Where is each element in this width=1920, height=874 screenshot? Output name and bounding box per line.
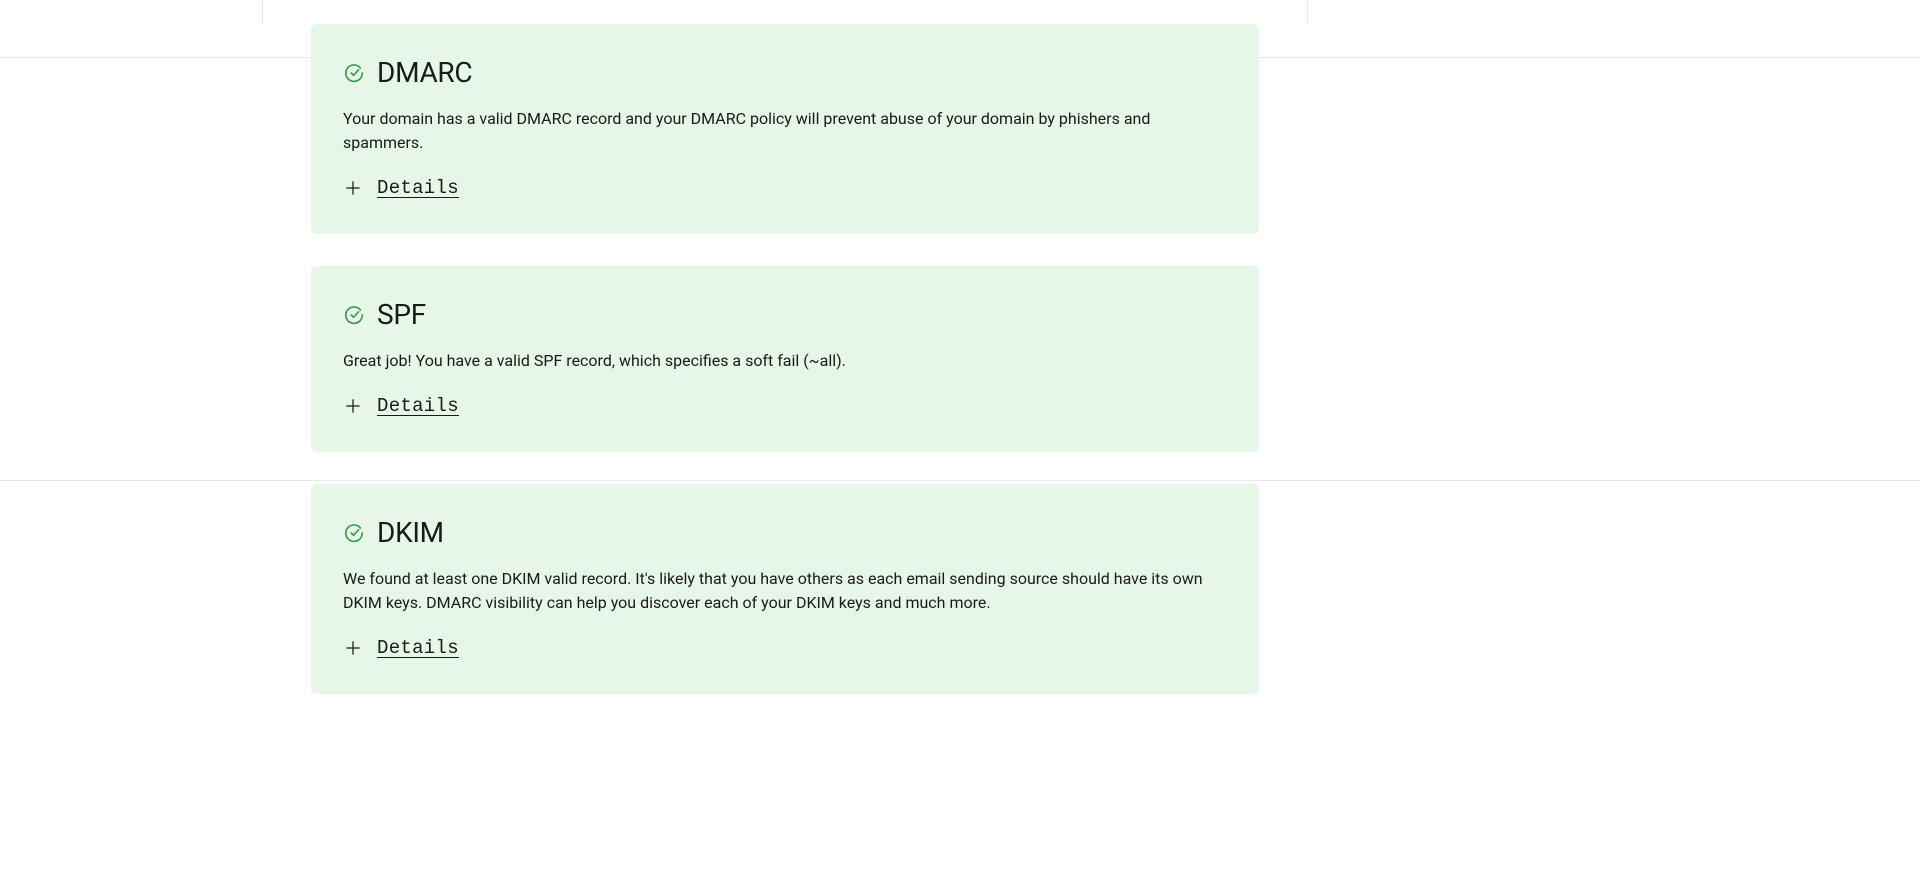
horizontal-divider xyxy=(0,480,1920,481)
card-title: DMARC xyxy=(377,56,472,89)
details-label: Details xyxy=(377,637,459,659)
check-circle-icon xyxy=(343,522,365,544)
plus-icon xyxy=(343,396,363,416)
plus-icon xyxy=(343,178,363,198)
details-label: Details xyxy=(377,177,459,199)
content-container: DMARC Your domain has a valid DMARC reco… xyxy=(262,0,1308,24)
card-dmarc: DMARC Your domain has a valid DMARC reco… xyxy=(311,24,1259,234)
details-label: Details xyxy=(377,395,459,417)
plus-icon xyxy=(343,638,363,658)
card-title: SPF xyxy=(377,298,426,331)
card-header: DMARC xyxy=(343,56,1227,89)
card-header: SPF xyxy=(343,298,1227,331)
card-description: Your domain has a valid DMARC record and… xyxy=(343,107,1227,155)
check-circle-icon xyxy=(343,62,365,84)
card-header: DKIM xyxy=(343,516,1227,549)
card-description: Great job! You have a valid SPF record, … xyxy=(343,349,1227,373)
details-toggle-button[interactable]: Details xyxy=(343,637,459,659)
details-toggle-button[interactable]: Details xyxy=(343,177,459,199)
details-toggle-button[interactable]: Details xyxy=(343,395,459,417)
card-description: We found at least one DKIM valid record.… xyxy=(343,567,1227,615)
check-circle-icon xyxy=(343,304,365,326)
card-spf: SPF Great job! You have a valid SPF reco… xyxy=(311,266,1259,452)
card-dkim: DKIM We found at least one DKIM valid re… xyxy=(311,484,1259,694)
card-title: DKIM xyxy=(377,516,444,549)
